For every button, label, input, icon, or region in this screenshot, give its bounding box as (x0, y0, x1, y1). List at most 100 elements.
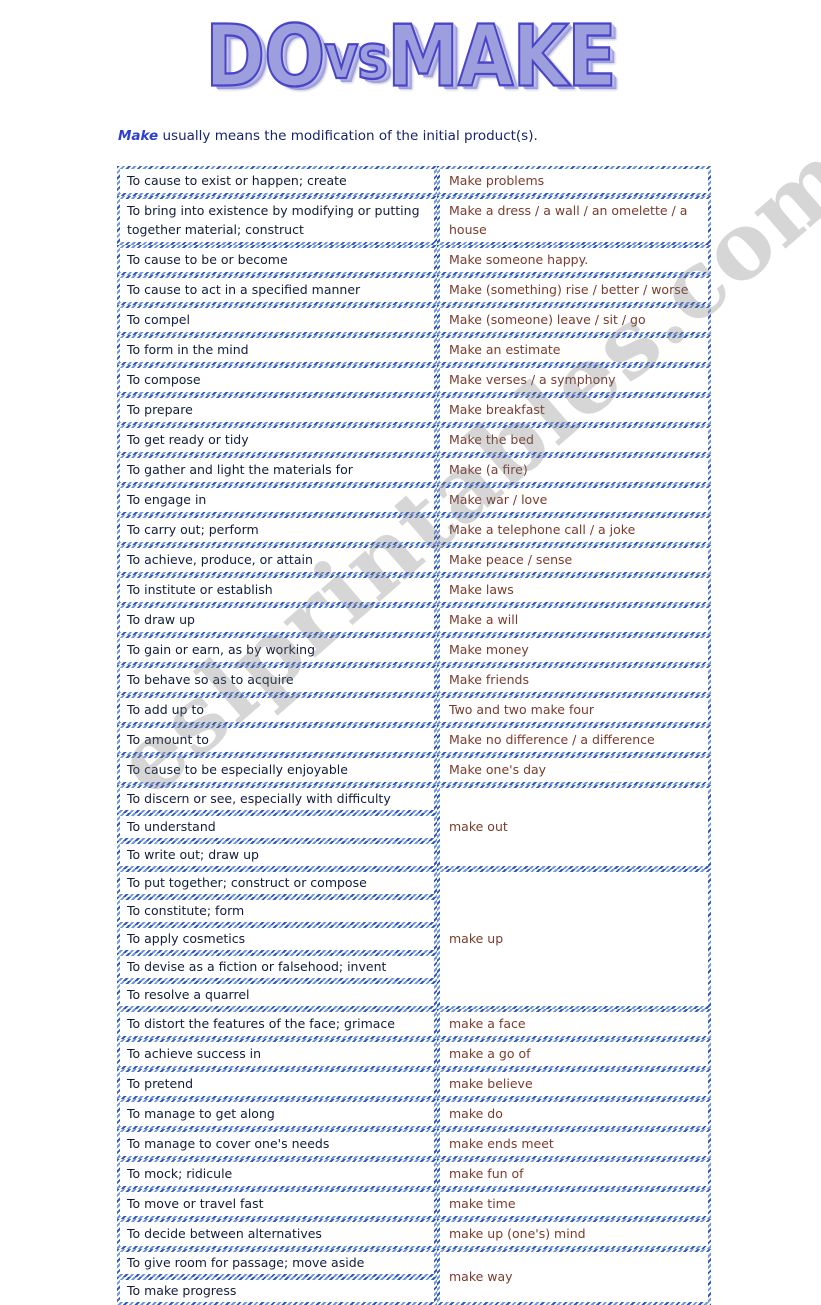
definition-cell: To gather and light the materials for (117, 455, 437, 485)
definition-cell: To apply cosmetics (117, 925, 437, 953)
usage-cell: Make problems (437, 166, 711, 196)
usage-cell: make time (437, 1189, 711, 1219)
table-row: To form in the mind Make an estimate (117, 335, 711, 365)
usage-cell: Make (a fire) (437, 455, 711, 485)
table-row: To achieve success in make a go of (117, 1039, 711, 1069)
definition-cell: To resolve a quarrel (117, 981, 437, 1009)
table-row: To manage to cover one's needs make ends … (117, 1129, 711, 1159)
definition-cell: To bring into existence by modifying or … (117, 196, 437, 245)
table-row: To mock; ridicule make fun of (117, 1159, 711, 1189)
table-row: To carry out; perform Make a telephone ca… (117, 515, 711, 545)
definition-cell: To constitute; form (117, 897, 437, 925)
definition-cell: To draw up (117, 605, 437, 635)
usage-cell: Make war / love (437, 485, 711, 515)
definition-cell: To manage to cover one's needs (117, 1129, 437, 1159)
usage-cell: Make an estimate (437, 335, 711, 365)
table-row: To give room for passage; move aside make… (117, 1249, 711, 1305)
intro-keyword: Make (118, 128, 159, 144)
definition-cell: To cause to be especially enjoyable (117, 755, 437, 785)
title-wordart: DOvsMAKE (204, 5, 617, 107)
definition-cell: To discern or see, especially with diffi… (117, 785, 437, 813)
definition-cell: To make progress (117, 1277, 437, 1305)
usage-cell: make way (437, 1249, 711, 1305)
usage-cell: Make (something) rise / better / worse (437, 275, 711, 305)
definition-cell: To engage in (117, 485, 437, 515)
title-vs: vs (323, 22, 389, 95)
table-row: To achieve, produce, or attain Make peace… (117, 545, 711, 575)
definition-cell: To carry out; perform (117, 515, 437, 545)
definition-cell: To pretend (117, 1069, 437, 1099)
usage-cell: Make the bed (437, 425, 711, 455)
table-row: To prepare Make breakfast (117, 395, 711, 425)
intro-rest: usually means the modification of the in… (158, 128, 538, 144)
definition-cell: To achieve success in (117, 1039, 437, 1069)
usage-cell: Make laws (437, 575, 711, 605)
definition-cell: To amount to (117, 725, 437, 755)
table-row: To compel Make (someone) leave / sit / go (117, 305, 711, 335)
table-row: To cause to exist or happen; create Make … (117, 166, 711, 196)
usage-cell: Make a will (437, 605, 711, 635)
table-row: To distort the features of the face; gri… (117, 1009, 711, 1039)
table-row: To manage to get along make do (117, 1099, 711, 1129)
title-make: MAKE (386, 5, 617, 106)
usage-cell: Make someone happy. (437, 245, 711, 275)
usage-cell: make up (one's) mind (437, 1219, 711, 1249)
intro-sentence: Make usually means the modification of t… (118, 128, 538, 144)
usage-cell: Make no difference / a difference (437, 725, 711, 755)
table-row: To move or travel fast make time (117, 1189, 711, 1219)
definition-cell: To move or travel fast (117, 1189, 437, 1219)
definition-cell: To write out; draw up (117, 841, 437, 869)
definition-cell: To compel (117, 305, 437, 335)
title-do: DO (204, 5, 326, 106)
usage-cell: make do (437, 1099, 711, 1129)
usage-cell: Make peace / sense (437, 545, 711, 575)
usage-cell: Make a telephone call / a joke (437, 515, 711, 545)
usage-cell: Make money (437, 635, 711, 665)
table-row: To pretend make believe (117, 1069, 711, 1099)
definition-cell: To distort the features of the face; gri… (117, 1009, 437, 1039)
table-row: To cause to be especially enjoyable Make … (117, 755, 711, 785)
definition-cell: To prepare (117, 395, 437, 425)
usage-cell: Make breakfast (437, 395, 711, 425)
table-row: To add up to Two and two make four (117, 695, 711, 725)
table-row: To behave so as to acquire Make friends (117, 665, 711, 695)
definition-cell: To add up to (117, 695, 437, 725)
table-row: To cause to act in a specified manner Mak… (117, 275, 711, 305)
usage-cell: Make friends (437, 665, 711, 695)
usage-cell: make a face (437, 1009, 711, 1039)
definition-cell: To get ready or tidy (117, 425, 437, 455)
usage-cell: make ends meet (437, 1129, 711, 1159)
table-row: To gather and light the materials for Mak… (117, 455, 711, 485)
usage-cell: make a go of (437, 1039, 711, 1069)
usage-cell: make fun of (437, 1159, 711, 1189)
definition-cell: To behave so as to acquire (117, 665, 437, 695)
table-row: To get ready or tidy Make the bed (117, 425, 711, 455)
definition-cell: To decide between alternatives (117, 1219, 437, 1249)
definition-cell: To compose (117, 365, 437, 395)
definition-cell: To gain or earn, as by working (117, 635, 437, 665)
table-row: To decide between alternatives make up (o… (117, 1219, 711, 1249)
vocabulary-table-container: To cause to exist or happen; create Make … (117, 166, 711, 1305)
page-title: DOvsMAKE (0, 5, 821, 106)
table-row: To engage in Make war / love (117, 485, 711, 515)
usage-cell: Make verses / a symphony (437, 365, 711, 395)
vocabulary-table: To cause to exist or happen; create Make … (117, 166, 711, 1305)
table-row: To amount to Make no difference / a diffe… (117, 725, 711, 755)
usage-cell: Make a dress / a wall / an omelette / a … (437, 196, 711, 245)
table-row: To bring into existence by modifying or … (117, 196, 711, 245)
table-row: To institute or establish Make laws (117, 575, 711, 605)
definition-cell: To institute or establish (117, 575, 437, 605)
table-row: To cause to be or become Make someone hap… (117, 245, 711, 275)
definition-cell: To understand (117, 813, 437, 841)
table-row: To draw up Make a will (117, 605, 711, 635)
usage-cell: make up (437, 869, 711, 1009)
definition-cell: To cause to exist or happen; create (117, 166, 437, 196)
usage-cell: Make one's day (437, 755, 711, 785)
usage-cell: make out (437, 785, 711, 869)
usage-cell: Make (someone) leave / sit / go (437, 305, 711, 335)
definition-cell: To give room for passage; move aside (117, 1249, 437, 1277)
definition-cell: To form in the mind (117, 335, 437, 365)
definition-cell: To achieve, produce, or attain (117, 545, 437, 575)
definition-cell: To cause to be or become (117, 245, 437, 275)
usage-cell: make believe (437, 1069, 711, 1099)
